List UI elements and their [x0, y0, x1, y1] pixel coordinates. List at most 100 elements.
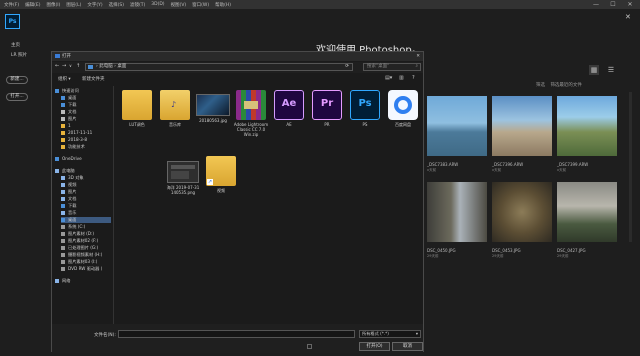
recent-locations-icon[interactable]: ∨ [69, 63, 72, 68]
file-item[interactable]: Pr PR [306, 90, 348, 127]
close-window-button[interactable]: ✕ [622, 0, 638, 9]
file-item[interactable]: 百度网盘 [382, 90, 424, 127]
nav-item[interactable]: 快速访问 [55, 88, 111, 94]
sidebar-lr-photos[interactable]: LR 照片 [11, 52, 27, 58]
up-icon[interactable]: ↑ [76, 63, 80, 69]
list-view-icon[interactable]: ☰ [606, 65, 616, 75]
nav-item-icon [61, 190, 65, 194]
nav-item[interactable]: 网络 [55, 278, 111, 284]
file-item[interactable]: Ae AE [268, 90, 310, 127]
nav-item[interactable]: 图片素材 (D:) [61, 231, 111, 237]
nav-item-icon [55, 156, 59, 161]
address-bar[interactable]: › 此电脑 › 桌面 ⟳ [85, 63, 353, 71]
filter-input[interactable]: 筛选最近的文件 [550, 83, 582, 88]
nav-item[interactable]: 桌面 [61, 95, 111, 101]
recent-name: _DSC7396.ARW [492, 162, 524, 167]
nav-item[interactable]: 下载 [61, 102, 111, 108]
nav-item[interactable]: 图片 [61, 189, 111, 195]
dialog-close-icon[interactable]: ✕ [416, 52, 420, 61]
nav-item[interactable]: 图片素材02 (F:) [61, 238, 111, 244]
nav-item[interactable]: 图片素材03 (I:) [61, 259, 111, 265]
refresh-icon[interactable]: ⟳ [345, 64, 349, 70]
menu-item[interactable]: 滤镜(T) [130, 2, 145, 8]
menu-item[interactable]: 3D(D) [151, 2, 164, 7]
nav-item[interactable]: 2017-11-11 [61, 130, 111, 135]
file-item[interactable]: ♪ 音乐库 [154, 90, 196, 127]
recent-thumbnail[interactable] [492, 96, 552, 156]
nav-item[interactable]: 下载 [61, 203, 111, 209]
help-icon[interactable]: ? [412, 75, 415, 81]
format-select[interactable]: 所有格式 (*.*) ▾ [359, 330, 421, 338]
nav-item[interactable]: 系统 (C:) [61, 224, 111, 230]
nav-item[interactable]: 功能技术 [61, 144, 111, 150]
nav-item-icon [61, 211, 65, 215]
recent-thumbnail[interactable] [427, 96, 487, 156]
nav-item-label: 网络 [62, 278, 71, 283]
file-name: 20180563.jpg [199, 118, 227, 123]
maximize-button[interactable]: ☐ [605, 0, 621, 9]
new-folder-button[interactable]: 新建文件夹 [82, 76, 105, 82]
sidebar-home[interactable]: 主页 [11, 42, 20, 48]
file-item[interactable]: LUT调色 [116, 90, 158, 127]
recent-thumbnail[interactable] [557, 96, 617, 156]
nav-item[interactable]: 文档 [61, 109, 111, 115]
open-file-button[interactable]: 打开(O) [359, 342, 390, 351]
filter-row: 筛选 筛选最近的文件 [536, 82, 582, 88]
nav-item[interactable]: 摄影视频素材 (H:) [61, 252, 111, 258]
menu-item[interactable]: 图层(L) [66, 2, 81, 8]
nav-item-icon [55, 89, 59, 93]
organize-button[interactable]: 组织 ▾ [58, 76, 71, 82]
menu-item[interactable]: 帮助(H) [215, 2, 231, 8]
menu-item[interactable]: 视图(V) [171, 2, 187, 8]
nav-item[interactable]: 图片 [61, 116, 111, 122]
recent-thumbnail[interactable] [557, 182, 617, 242]
file-item[interactable]: Adobe Lightroom Classic CC 7.0 Win.zip [230, 90, 272, 137]
nav-item[interactable]: OneDrive [55, 156, 111, 161]
nav-item-label: 已处理图片 (G:) [68, 245, 99, 250]
preview-pane-icon[interactable]: ▥ [399, 75, 404, 81]
nav-item[interactable]: 文档 [61, 196, 111, 202]
folder-shortcut-icon: ↗ [206, 156, 236, 186]
close-icon[interactable]: ✕ [625, 13, 631, 21]
recent-thumbnail[interactable] [492, 182, 552, 242]
menu-item[interactable]: 文字(Y) [87, 2, 102, 8]
menu-item[interactable]: 窗口(W) [192, 2, 209, 8]
recent-thumbnail[interactable] [427, 182, 487, 242]
nav-item[interactable]: 2018-3-8 [61, 137, 111, 142]
nav-item-label: 桌面 [68, 95, 77, 100]
nav-item[interactable]: 视频 [61, 182, 111, 188]
nav-item-icon [61, 204, 65, 208]
cancel-button[interactable]: 取消 [392, 342, 423, 351]
minimize-button[interactable]: — [588, 0, 604, 9]
menu-item[interactable]: 选择(S) [109, 2, 124, 8]
nav-item-label: 下载 [68, 203, 77, 208]
file-item[interactable]: ↗ 视频 [200, 156, 242, 193]
file-item[interactable]: Ps PS [344, 90, 386, 127]
scrollbar[interactable] [629, 92, 632, 242]
file-item[interactable]: 20180563.jpg [192, 90, 234, 123]
baidu-netdisk-icon [388, 90, 418, 120]
nav-item-label: 2018-3-8 [68, 137, 88, 142]
nav-item[interactable]: 桌面 [61, 217, 111, 223]
folder-icon [122, 90, 152, 120]
nav-item[interactable]: 已处理图片 (G:) [61, 245, 111, 251]
nav-item[interactable]: 3D 对象 [61, 175, 111, 181]
open-button[interactable]: 打开... [6, 93, 28, 101]
nav-item[interactable]: 1 [61, 123, 111, 128]
nav-item[interactable]: 此电脑 [55, 168, 111, 174]
forward-icon[interactable]: → [62, 63, 66, 69]
search-input[interactable]: 搜索"桌面" ⌕ [363, 63, 421, 71]
back-icon[interactable]: ← [55, 63, 59, 69]
menu-item[interactable]: 编辑(E) [25, 2, 40, 8]
filename-input[interactable] [118, 330, 355, 338]
grid-view-icon[interactable]: ▦ [589, 65, 599, 75]
new-button[interactable]: 新建... [6, 76, 28, 84]
file-item[interactable]: 海洋 2019-07-31 140535.png [162, 156, 204, 195]
checkbox[interactable] [307, 344, 312, 349]
view-options-icon[interactable]: ▤▾ [385, 75, 392, 81]
nav-item[interactable]: 音乐 [61, 210, 111, 216]
menu-item[interactable]: 文件(F) [4, 2, 19, 8]
menu-item[interactable]: 图像(I) [46, 2, 60, 8]
format-value: 所有格式 (*.*) [362, 331, 389, 336]
nav-item[interactable]: DVD RW 驱动器 ( [61, 266, 111, 272]
